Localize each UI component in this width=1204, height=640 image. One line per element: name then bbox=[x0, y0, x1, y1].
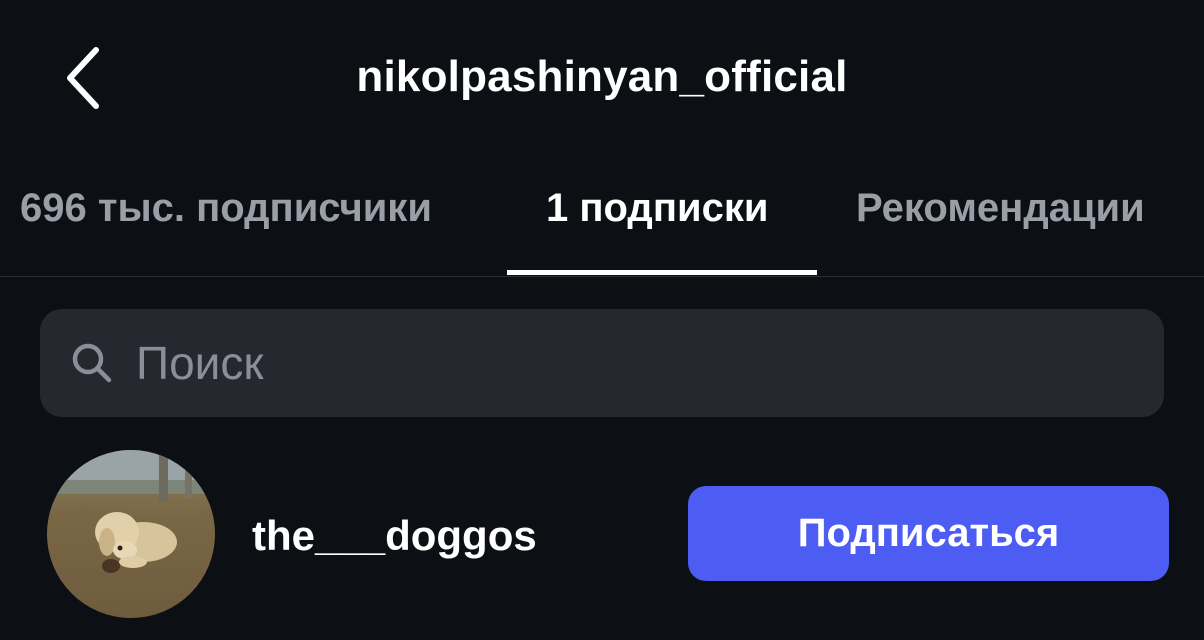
tab-followers[interactable]: 696 тыс. подписчики bbox=[20, 186, 432, 231]
puppy-avatar-image bbox=[47, 450, 215, 618]
following-screen: nikolpashinyan_official 696 тыс. подписч… bbox=[0, 0, 1204, 640]
header: nikolpashinyan_official bbox=[0, 0, 1204, 160]
tab-bar: 696 тыс. подписчики 1 подписки Рекоменда… bbox=[0, 160, 1204, 277]
avatar[interactable] bbox=[47, 450, 215, 618]
follow-button[interactable]: Подписаться bbox=[688, 486, 1169, 581]
search-input[interactable] bbox=[136, 332, 1136, 394]
tab-following[interactable]: 1 подписки bbox=[546, 186, 768, 231]
active-tab-indicator bbox=[507, 270, 817, 275]
page-title: nikolpashinyan_official bbox=[356, 52, 848, 101]
tab-recommendations[interactable]: Рекомендации bbox=[856, 186, 1145, 231]
list-item[interactable]: the___doggos Подписаться bbox=[0, 446, 1204, 626]
username[interactable]: the___doggos bbox=[252, 512, 537, 560]
search-icon bbox=[72, 343, 112, 383]
